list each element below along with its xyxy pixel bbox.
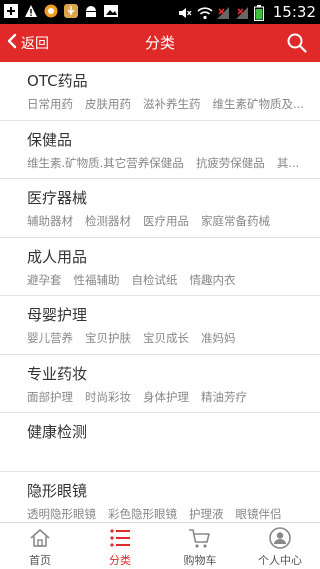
nav-home-label: 首页 xyxy=(29,554,51,567)
search-icon xyxy=(286,33,308,58)
subcategory-link[interactable]: 自检试纸 xyxy=(132,272,178,288)
category-row[interactable]: 保健品维生素.矿物质.其它营养保健品 抗疲劳保健品 其... xyxy=(0,121,320,179)
app-header: 返回 分类 xyxy=(0,24,320,62)
back-button[interactable]: 返回 xyxy=(6,24,49,62)
category-title[interactable]: OTC药品 xyxy=(27,62,312,91)
category-row[interactable]: 母婴护理婴儿营养 宝贝护肤 宝贝成长 准妈妈 xyxy=(0,296,320,355)
subcategory-link[interactable]: 医疗用品 xyxy=(143,213,189,229)
nav-cart[interactable]: 购物车 xyxy=(160,523,240,569)
subcategory-link[interactable]: 宝贝成长 xyxy=(143,330,189,346)
app-icon xyxy=(44,3,58,18)
android-icon xyxy=(84,3,98,17)
home-icon xyxy=(28,527,52,549)
add-icon xyxy=(4,3,18,18)
subcategory-link[interactable]: 精油芳疗 xyxy=(201,389,312,405)
category-row[interactable]: 健康检测 xyxy=(0,413,320,472)
mute-icon xyxy=(178,5,192,19)
category-row[interactable]: 专业药妆面部护理 时尚彩妆 身体护理 精油芳疗 xyxy=(0,355,320,413)
nav-profile-label: 个人中心 xyxy=(258,554,302,567)
category-title[interactable]: 隐形眼镜 xyxy=(27,472,312,501)
nav-cart-label: 购物车 xyxy=(183,554,217,567)
user-icon xyxy=(268,527,292,549)
category-row[interactable]: 医疗器械辅助器材 检测器材 医疗用品 家庭常备药械 xyxy=(0,179,320,238)
subcategory-link[interactable]: 检测器材 xyxy=(85,213,131,229)
subcategory-link[interactable]: 家庭常备药械 xyxy=(201,213,312,229)
category-list: OTC药品 日常用药 皮肤用药 滋补养生药 维生素矿物质及... 保健品 维生素.矿物质.其… xyxy=(0,62,320,522)
subcategory-link[interactable]: 皮肤用药 xyxy=(85,96,131,112)
subcategory-link[interactable]: 避孕套 xyxy=(27,272,62,288)
status-bar: 15:32 xyxy=(0,0,320,24)
subcategory-links: 日常用药 皮肤用药 滋补养生药 维生素矿物质及... xyxy=(27,96,312,112)
search-button[interactable] xyxy=(286,32,308,54)
subcategory-link[interactable]: 辅助器材 xyxy=(27,213,73,229)
nav-category[interactable]: 分类 xyxy=(80,523,160,569)
category-row[interactable]: 成人用品避孕套 性福辅助 自检试纸 情趣内衣 xyxy=(0,238,320,296)
subcategory-link[interactable]: 抗疲劳保健品 xyxy=(196,155,265,171)
subcategory-link[interactable]: 准妈妈 xyxy=(201,330,312,346)
category-title[interactable]: 专业药妆 xyxy=(27,355,312,384)
battery-icon xyxy=(253,5,268,21)
subcategory-link[interactable]: 眼镜伴侣 xyxy=(236,506,313,522)
system-icons: 15:32 xyxy=(178,3,316,21)
subcategory-links: 透明隐形眼镜 彩色隐形眼镜 护理液 眼镜伴侣 xyxy=(27,506,312,522)
subcategory-link[interactable]: 婴儿营养 xyxy=(27,330,73,346)
subcategory-link[interactable]: 滋补养生药 xyxy=(143,96,201,112)
category-title[interactable]: 医疗器械 xyxy=(27,179,312,208)
subcategory-link[interactable]: 面部护理 xyxy=(27,389,73,405)
subcategory-links: 避孕套 性福辅助 自检试纸 情趣内衣 xyxy=(27,272,312,288)
wifi-icon xyxy=(197,5,213,20)
category-title[interactable]: 健康检测 xyxy=(27,413,312,442)
nav-home[interactable]: 首页 xyxy=(0,523,80,569)
usb-icon xyxy=(64,3,78,18)
subcategory-links: 维生素.矿物质.其它营养保健品 抗疲劳保健品 其... xyxy=(27,155,312,171)
subcategory-link[interactable]: 日常用药 xyxy=(27,96,73,112)
category-title[interactable]: 母婴护理 xyxy=(27,296,312,325)
subcategory-link[interactable]: 彩色隐形眼镜 xyxy=(108,506,177,522)
nav-profile[interactable]: 个人中心 xyxy=(240,523,320,569)
subcategory-links: 辅助器材 检测器材 医疗用品 家庭常备药械 xyxy=(27,213,312,229)
subcategory-link[interactable]: 情趣内衣 xyxy=(190,272,313,288)
subcategory-links: 面部护理 时尚彩妆 身体护理 精油芳疗 xyxy=(27,389,312,405)
signal-off-icon-2 xyxy=(235,5,249,19)
subcategory-link[interactable]: 身体护理 xyxy=(143,389,189,405)
warning-icon xyxy=(24,3,38,17)
subcategory-links: 婴儿营养 宝贝护肤 宝贝成长 准妈妈 xyxy=(27,330,312,346)
notification-icons xyxy=(4,3,118,18)
subcategory-link[interactable]: 宝贝护肤 xyxy=(85,330,131,346)
category-row[interactable]: OTC药品日常用药 皮肤用药 滋补养生药 维生素矿物质及... xyxy=(0,62,320,121)
category-title[interactable]: 成人用品 xyxy=(27,238,312,267)
bottom-nav: 首页 分类 购物车 个人中心 xyxy=(0,522,320,569)
cart-icon xyxy=(188,527,212,549)
image-icon xyxy=(104,3,118,17)
subcategory-link[interactable]: 维生素.矿物质.其它营养保健品 xyxy=(27,155,184,171)
subcategory-link[interactable]: 性福辅助 xyxy=(74,272,120,288)
signal-off-icon xyxy=(216,5,230,19)
back-label: 返回 xyxy=(21,36,49,52)
subcategory-link[interactable]: 维生素矿物质及... xyxy=(213,96,313,112)
subcategory-link[interactable]: 时尚彩妆 xyxy=(85,389,131,405)
chevron-left-icon xyxy=(6,33,18,53)
subcategory-link[interactable]: 透明隐形眼镜 xyxy=(27,506,96,522)
list-icon xyxy=(108,527,132,549)
clock: 15:32 xyxy=(272,3,316,21)
subcategory-link[interactable]: 其... xyxy=(277,155,312,171)
category-title[interactable]: 保健品 xyxy=(27,121,312,150)
nav-category-label: 分类 xyxy=(109,554,131,567)
category-row[interactable]: 隐形眼镜透明隐形眼镜 彩色隐形眼镜 护理液 眼镜伴侣 xyxy=(0,472,320,523)
subcategory-link[interactable]: 护理液 xyxy=(189,506,224,522)
